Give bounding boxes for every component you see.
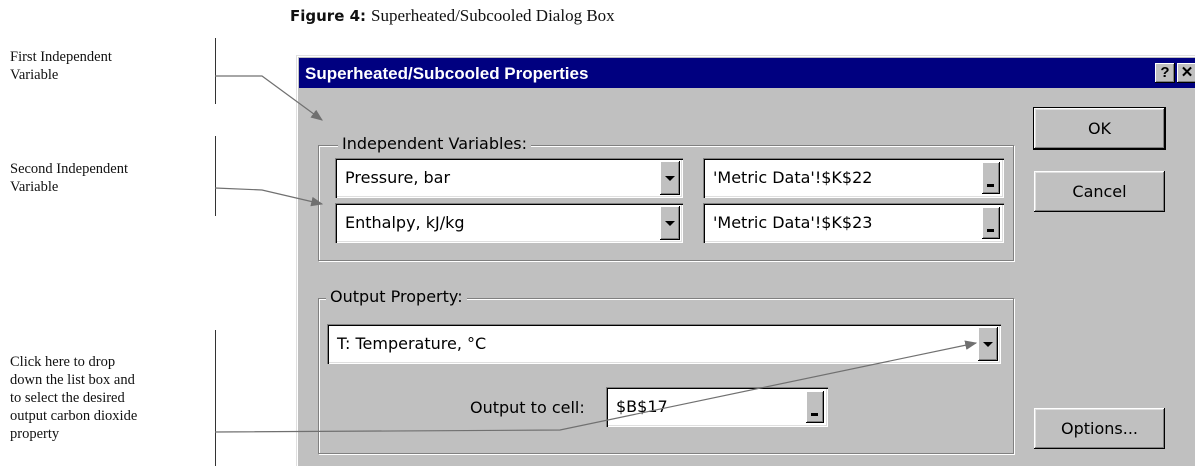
arrow-first-variable	[215, 75, 323, 121]
arrow-second-variable	[214, 187, 324, 207]
arrow-output-property	[214, 340, 978, 433]
annotation-arrows	[214, 75, 978, 433]
